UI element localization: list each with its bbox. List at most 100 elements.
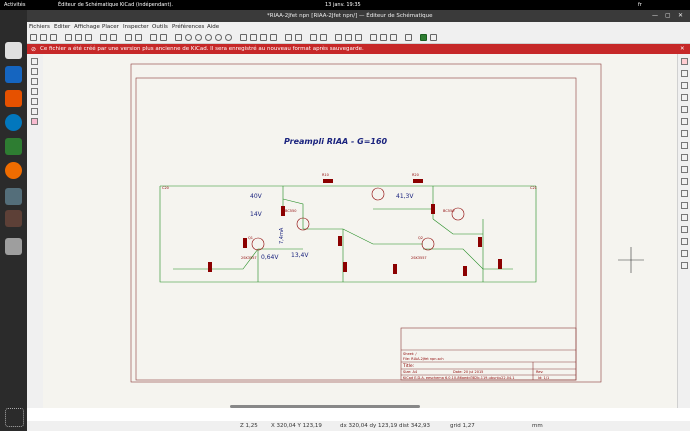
undo-icon[interactable] [125,34,132,41]
add-wire-icon[interactable] [681,106,688,113]
redo-icon[interactable] [135,34,142,41]
trash-icon[interactable] [5,238,22,255]
software-center-icon[interactable] [5,90,22,107]
schematic-title: Preampli RIAA - G=160 [284,137,388,146]
highlight-net-icon[interactable] [681,70,688,77]
zoom-in-icon[interactable] [185,34,192,41]
symbol-browser-icon[interactable] [320,34,327,41]
open-icon[interactable] [40,34,47,41]
zoom-objects-icon[interactable] [215,34,222,41]
wire-to-bus-icon[interactable] [681,130,688,137]
annotate-icon[interactable] [335,34,342,41]
minimize-icon[interactable]: — [652,12,658,19]
voltage-label-064v: 0,64V [261,254,279,261]
erc-icon[interactable] [345,34,352,41]
units-icon[interactable] [31,68,38,75]
firefox-icon[interactable] [5,162,22,179]
plot-icon[interactable] [85,34,92,41]
add-image-icon[interactable] [681,250,688,257]
rotate-ccw-icon[interactable] [240,34,247,41]
board-setup-icon[interactable] [430,34,437,41]
menu-inspecter[interactable]: Inspecter [123,24,149,30]
pcb-editor-icon[interactable] [420,34,427,41]
menu-outils[interactable]: Outils [152,24,168,30]
titleblock-size: Size: A4 [403,370,418,374]
hier-sheet-icon[interactable] [681,202,688,209]
kicad-icon[interactable] [5,188,22,205]
activities-button[interactable]: Activités [4,2,25,8]
menu-fichiers[interactable]: Fichiers [29,24,50,30]
schematic-canvas[interactable]: Preampli RIAA - G=160 40V 14V 41,3V 13,4… [43,54,677,408]
close-icon[interactable]: ✕ [678,12,683,19]
save-icon[interactable] [50,34,57,41]
part-jfet-1: 2SK3557 [241,256,257,260]
net-label-icon[interactable] [681,166,688,173]
fields-editor-icon[interactable] [355,34,362,41]
menu-aide[interactable]: Aide [207,24,219,30]
hierarchy-nav-icon[interactable] [31,118,38,125]
global-label-icon[interactable] [681,178,688,185]
part-r10: R10 [322,173,329,177]
titleblock-title-label: Title: [402,363,414,369]
hier-label-icon[interactable] [681,190,688,197]
locale-indicator[interactable]: fr [638,2,642,8]
schematic-app-icon[interactable] [5,210,22,227]
titleblock-kicad: KiCad E.D.A. eeschema 6.0.10-86aedd382b-… [403,376,515,380]
import-pin-icon[interactable] [681,214,688,221]
mm-icon[interactable] [31,78,38,85]
maximize-icon[interactable]: ▢ [665,12,671,19]
app-indicator[interactable]: Éditeur de Schématique KiCad (indépendan… [58,2,173,8]
help-icon[interactable] [5,114,22,131]
menu-affichage[interactable]: Affichage [74,24,100,30]
mirror-v-icon[interactable] [260,34,267,41]
cursor-shape-icon[interactable] [31,88,38,95]
find-replace-icon[interactable] [160,34,167,41]
clock[interactable]: 13 janv. 19:35 [325,2,361,8]
voltage-label-14v: 14V [250,211,263,218]
wire-angle-icon[interactable] [31,108,38,115]
paste-icon[interactable] [100,34,107,41]
grid-toggle-icon[interactable] [31,58,38,65]
new-icon[interactable] [30,34,37,41]
menu-editer[interactable]: Editer [54,24,70,30]
find-icon[interactable] [150,34,157,41]
assign-footprints-icon[interactable] [390,34,397,41]
junction-icon[interactable] [681,154,688,161]
show-apps-icon[interactable] [5,408,24,427]
sheet-outer-border [130,63,602,383]
page-settings-icon[interactable] [65,34,72,41]
add-text-icon[interactable] [681,226,688,233]
netlist-icon[interactable] [370,34,377,41]
part-r20: R20 [412,173,419,177]
calc-icon[interactable] [5,138,22,155]
mirror-h-icon[interactable] [270,34,277,41]
thunderbird-icon[interactable] [5,66,22,83]
symbol-editor-icon[interactable] [310,34,317,41]
add-power-icon[interactable] [681,94,688,101]
print-icon[interactable] [75,34,82,41]
select-tool-icon[interactable] [681,58,688,65]
rotate-cw-icon[interactable] [250,34,257,41]
add-line-icon[interactable] [681,238,688,245]
hierarchy-icon[interactable] [285,34,292,41]
copy-icon[interactable] [110,34,117,41]
leave-sheet-icon[interactable] [295,34,302,41]
horizontal-scrollbar[interactable] [230,405,420,408]
bom-icon[interactable] [380,34,387,41]
refresh-icon[interactable] [175,34,182,41]
add-symbol-icon[interactable] [681,82,688,89]
zoom-selection-icon[interactable] [225,34,232,41]
scripting-icon[interactable] [405,34,412,41]
zoom-fit-icon[interactable] [205,34,212,41]
add-bus-icon[interactable] [681,118,688,125]
menu-preferences[interactable]: Préférences [172,24,204,30]
menu-placer[interactable]: Placer [102,24,119,30]
delete-icon[interactable] [681,262,688,269]
sheet-inner-border [135,77,577,381]
files-icon[interactable] [5,42,22,59]
zoom-out-icon[interactable] [195,34,202,41]
hidden-pins-icon[interactable] [31,98,38,105]
no-connect-icon[interactable] [681,142,688,149]
notification-close-icon[interactable]: ✕ [680,46,685,52]
part-q1: Q1 [248,236,253,240]
